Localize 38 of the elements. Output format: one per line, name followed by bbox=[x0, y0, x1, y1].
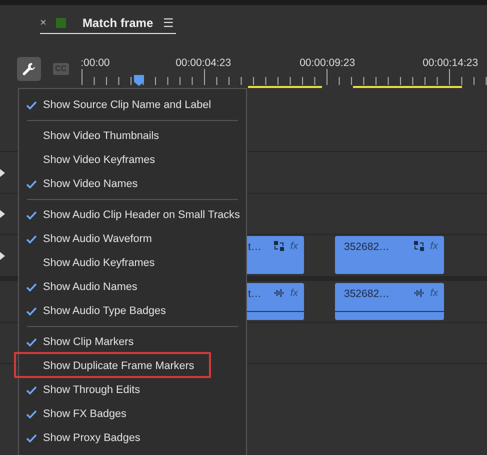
menu-item[interactable]: Show Clip Markers bbox=[19, 330, 246, 354]
playhead-icon[interactable] bbox=[134, 75, 144, 86]
fx-label: fx bbox=[290, 241, 298, 252]
menu-item[interactable]: Show Through Edits bbox=[19, 378, 246, 402]
panel-tab[interactable]: × Match frame ☰ bbox=[40, 12, 176, 34]
sync-icon bbox=[414, 241, 424, 251]
wrench-button[interactable] bbox=[17, 57, 41, 81]
clip-name: 352682… bbox=[344, 288, 391, 300]
menu-item[interactable]: Show Video Thumbnails bbox=[19, 124, 246, 148]
sync-icon bbox=[274, 241, 284, 251]
timecode: 00:00:09:23 bbox=[300, 57, 356, 69]
timecode: 00:00:04:23 bbox=[176, 57, 232, 69]
menu-item[interactable]: Show Video Keyframes bbox=[19, 148, 246, 172]
menu-item[interactable]: Show Duplicate Frame Markers bbox=[19, 354, 246, 378]
expand-triangle-icon[interactable] bbox=[0, 252, 5, 260]
clip-name: 352682… bbox=[344, 241, 391, 253]
timecode: :00:00 bbox=[80, 57, 110, 69]
timecode: 00:00:14:23 bbox=[422, 57, 478, 69]
waveform-icon bbox=[414, 288, 424, 298]
menu-item[interactable]: Show Audio Clip Header on Small Tracks bbox=[19, 203, 246, 227]
audio-clip[interactable]: 352682… fx bbox=[335, 283, 444, 320]
fx-label: fx bbox=[430, 288, 438, 299]
expand-triangle-icon[interactable] bbox=[0, 210, 5, 218]
clip-name: t… bbox=[248, 241, 262, 253]
tab-label: Match frame bbox=[82, 16, 154, 30]
wrench-icon bbox=[22, 62, 36, 76]
menu-item[interactable]: Show Proxy Badges bbox=[19, 426, 246, 450]
waveform-icon bbox=[274, 288, 284, 298]
clip-name: t… bbox=[248, 288, 262, 300]
menu-icon[interactable]: ☰ bbox=[163, 16, 174, 30]
expand-triangle-icon[interactable] bbox=[0, 168, 5, 176]
menu-item[interactable]: Show FX Badges bbox=[19, 402, 246, 426]
fx-label: fx bbox=[290, 288, 298, 299]
video-clip[interactable]: 352682… fx bbox=[335, 236, 444, 274]
menu-item[interactable]: Show Video Names bbox=[19, 172, 246, 196]
menu-item[interactable]: Show Source Clip Name and Label bbox=[19, 93, 246, 117]
fx-label: fx bbox=[430, 241, 438, 252]
close-icon[interactable]: × bbox=[40, 16, 46, 28]
